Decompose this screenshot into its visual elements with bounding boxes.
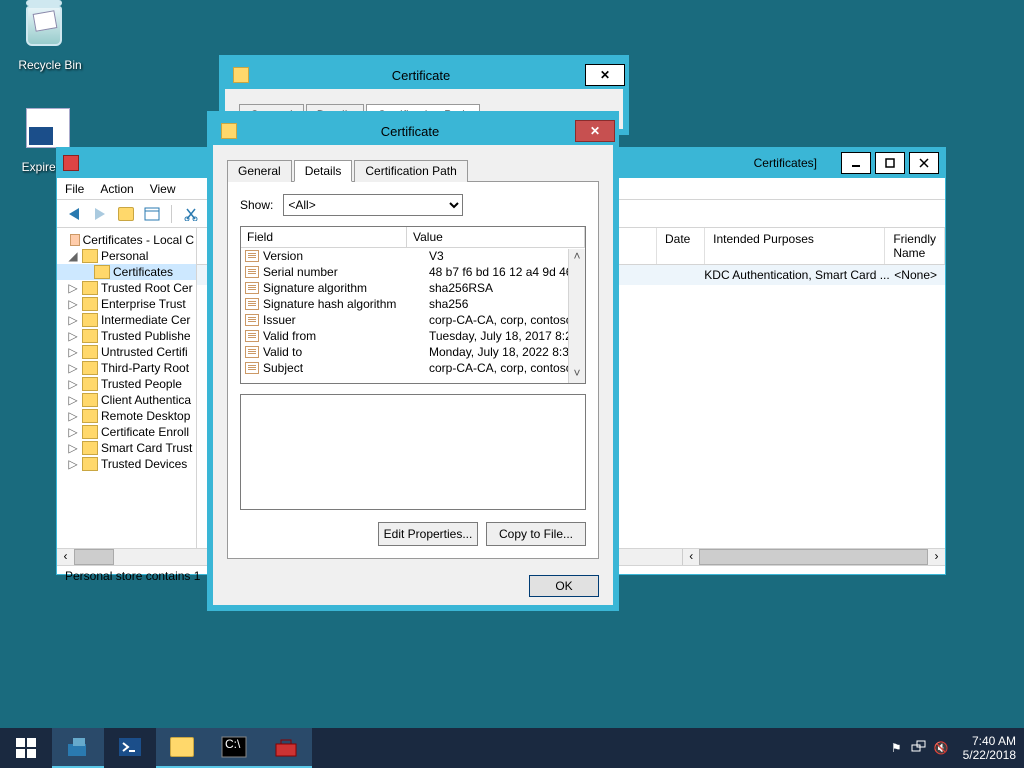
show-select[interactable]: <All> <box>283 194 463 216</box>
recycle-bin[interactable]: Recycle Bin <box>15 6 85 72</box>
v-scrollbar[interactable]: ˄˅ <box>568 249 585 383</box>
cut-button[interactable] <box>180 203 202 225</box>
tab-certpath[interactable]: Certification Path <box>354 160 467 182</box>
tree-root[interactable]: Certificates - Local C <box>57 232 196 248</box>
task-cmd[interactable]: C:\ <box>208 728 260 768</box>
tree-item[interactable]: ▷Enterprise Trust <box>57 296 196 312</box>
forward-button[interactable] <box>89 203 111 225</box>
tree-item[interactable]: ▷Certificate Enroll <box>57 424 196 440</box>
ok-button[interactable]: OK <box>529 575 599 597</box>
tree-panel[interactable]: Certificates - Local C ◢Personal Certifi… <box>57 228 197 548</box>
cert-front-title: Certificate <box>245 124 575 139</box>
mmc-title-text: Certificates] <box>754 156 817 170</box>
back-button[interactable] <box>63 203 85 225</box>
tree-item[interactable]: ▷Trusted People <box>57 376 196 392</box>
tree-item[interactable]: ▷Smart Card Trust <box>57 440 196 456</box>
details-row[interactable]: Valid fromTuesday, July 18, 2017 8:23:..… <box>241 328 585 344</box>
details-row[interactable]: Serial number48 b7 f6 bd 16 12 a4 9d 46 … <box>241 264 585 280</box>
cert-back-title: Certificate <box>257 68 585 83</box>
details-row[interactable]: Valid toMonday, July 18, 2022 8:33:2... <box>241 344 585 360</box>
details-row[interactable]: Signature algorithmsha256RSA <box>241 280 585 296</box>
taskbar: C:\ ⚑ 🔇 7:40 AM 5/22/2018 <box>0 728 1024 768</box>
view-button[interactable] <box>141 203 163 225</box>
tree-item[interactable]: ▷Trusted Root Cer <box>57 280 196 296</box>
tree-item[interactable]: ▷Untrusted Certifi <box>57 344 196 360</box>
maximize-button[interactable] <box>875 152 905 174</box>
col-date[interactable]: Date <box>657 228 705 264</box>
system-tray[interactable]: ⚑ 🔇 7:40 AM 5/22/2018 <box>879 728 1024 768</box>
task-toolbox[interactable] <box>260 728 312 768</box>
tree-item[interactable]: ▷Intermediate Cer <box>57 312 196 328</box>
minimize-button[interactable] <box>841 152 871 174</box>
value-box[interactable] <box>240 394 586 510</box>
flag-icon[interactable]: ⚑ <box>891 741 902 755</box>
cert-front-close[interactable]: ✕ <box>575 120 615 142</box>
svg-text:C:\: C:\ <box>225 737 241 751</box>
col-field[interactable]: Field <box>241 227 407 247</box>
tree-certificates[interactable]: Certificates <box>57 264 196 280</box>
col-friendly[interactable]: Friendly Name <box>885 228 945 264</box>
tab-general[interactable]: General <box>227 160 292 182</box>
tree-item[interactable]: ▷Trusted Publishe <box>57 328 196 344</box>
cert-front-titlebar[interactable]: Certificate ✕ <box>213 117 613 145</box>
up-button[interactable] <box>115 203 137 225</box>
cert-back-titlebar[interactable]: Certificate ✕ <box>225 61 623 89</box>
details-list[interactable]: Field Value VersionV3Serial number48 b7 … <box>240 226 586 384</box>
menu-action[interactable]: Action <box>100 182 133 196</box>
tree-personal[interactable]: ◢Personal <box>57 248 196 264</box>
edit-properties-button[interactable]: Edit Properties... <box>378 522 478 546</box>
tree-item[interactable]: ▷Client Authentica <box>57 392 196 408</box>
close-button[interactable] <box>909 152 939 174</box>
volume-icon[interactable]: 🔇 <box>934 741 949 755</box>
tab-details[interactable]: Details <box>294 160 353 182</box>
details-row[interactable]: Signature hash algorithmsha256 <box>241 296 585 312</box>
cert-dialog-front: Certificate ✕ General Details Certificat… <box>207 111 619 611</box>
tree-item[interactable]: ▷Trusted Devices <box>57 456 196 472</box>
tree-item[interactable]: ▷Third-Party Root <box>57 360 196 376</box>
details-row[interactable]: Subjectcorp-CA-CA, corp, contoso, com <box>241 360 585 376</box>
details-row[interactable]: Issuercorp-CA-CA, corp, contoso, com <box>241 312 585 328</box>
cert-back-close[interactable]: ✕ <box>585 64 625 86</box>
task-explorer[interactable] <box>156 728 208 768</box>
network-icon[interactable] <box>910 739 926 758</box>
mmc-app-icon <box>63 155 79 171</box>
start-button[interactable] <box>0 728 52 768</box>
menu-view[interactable]: View <box>150 182 176 196</box>
tree-item[interactable]: ▷Remote Desktop <box>57 408 196 424</box>
col-purpose[interactable]: Intended Purposes <box>705 228 885 264</box>
copy-to-file-button[interactable]: Copy to File... <box>486 522 586 546</box>
clock[interactable]: 7:40 AM 5/22/2018 <box>963 734 1016 763</box>
cert-icon <box>233 67 249 83</box>
show-label: Show: <box>240 198 273 212</box>
task-powershell[interactable] <box>104 728 156 768</box>
menu-file[interactable]: File <box>65 182 84 196</box>
details-row[interactable]: VersionV3 <box>241 248 585 264</box>
cert-icon <box>221 123 237 139</box>
col-value[interactable]: Value <box>407 227 585 247</box>
recycle-bin-label: Recycle Bin <box>15 58 85 72</box>
task-server-manager[interactable] <box>52 728 104 768</box>
